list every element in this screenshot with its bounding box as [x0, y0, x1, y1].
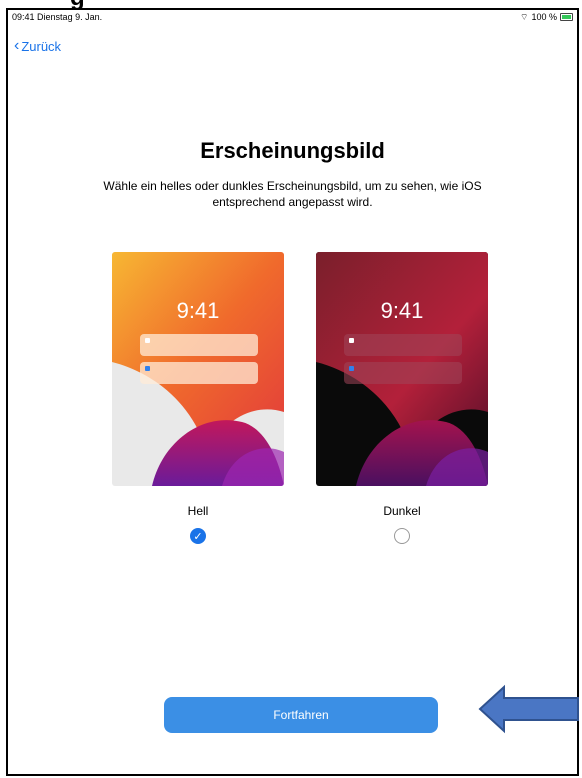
battery-percent: 100 %	[531, 12, 557, 22]
option-label-dark: Dunkel	[383, 504, 421, 518]
chevron-left-icon: ‹	[14, 37, 20, 54]
notification-dot	[145, 338, 150, 343]
status-time: 09:41	[12, 12, 35, 22]
dark-radio-unselected[interactable]	[394, 528, 410, 544]
notification-placeholder	[344, 362, 462, 384]
page-title: Erscheinungsbild	[200, 138, 385, 163]
checkmark-icon: ✓	[193, 530, 203, 543]
option-label-light: Hell	[187, 504, 209, 518]
continue-button[interactable]: Fortfahren	[164, 697, 438, 733]
back-label: Zurück	[21, 38, 62, 54]
status-right: ⌔ 100 %	[520, 12, 573, 23]
notification-dot	[145, 366, 150, 371]
light-appearance-preview[interactable]: 9:41	[112, 252, 284, 486]
notification-dot	[349, 366, 354, 371]
dark-clock: 9:41	[380, 298, 424, 323]
status-left: 09:41 Dienstag 9. Jan.	[12, 12, 102, 22]
page-subtitle: Wähle ein helles oder dunkles Erscheinun…	[103, 179, 482, 209]
light-clock: 9:41	[176, 298, 220, 323]
light-radio-selected[interactable]: ✓	[190, 528, 206, 544]
left-arrow-icon	[478, 684, 579, 734]
cropped-header-text: g	[0, 0, 582, 8]
battery-icon	[560, 13, 573, 21]
wifi-icon: ⌔	[520, 11, 529, 22]
notification-placeholder	[140, 334, 258, 356]
back-button[interactable]: ‹ Zurück	[14, 38, 61, 54]
notification-placeholder	[344, 334, 462, 356]
dark-appearance-preview[interactable]: 9:41	[316, 252, 488, 486]
status-date: Dienstag 9. Jan.	[37, 12, 103, 22]
notification-placeholder	[140, 362, 258, 384]
ipad-screen: 09:41 Dienstag 9. Jan. ⌔ 100 % ‹ Zurück …	[6, 8, 579, 776]
status-bar: 09:41 Dienstag 9. Jan. ⌔ 100 %	[12, 10, 573, 24]
notification-dot	[349, 338, 354, 343]
